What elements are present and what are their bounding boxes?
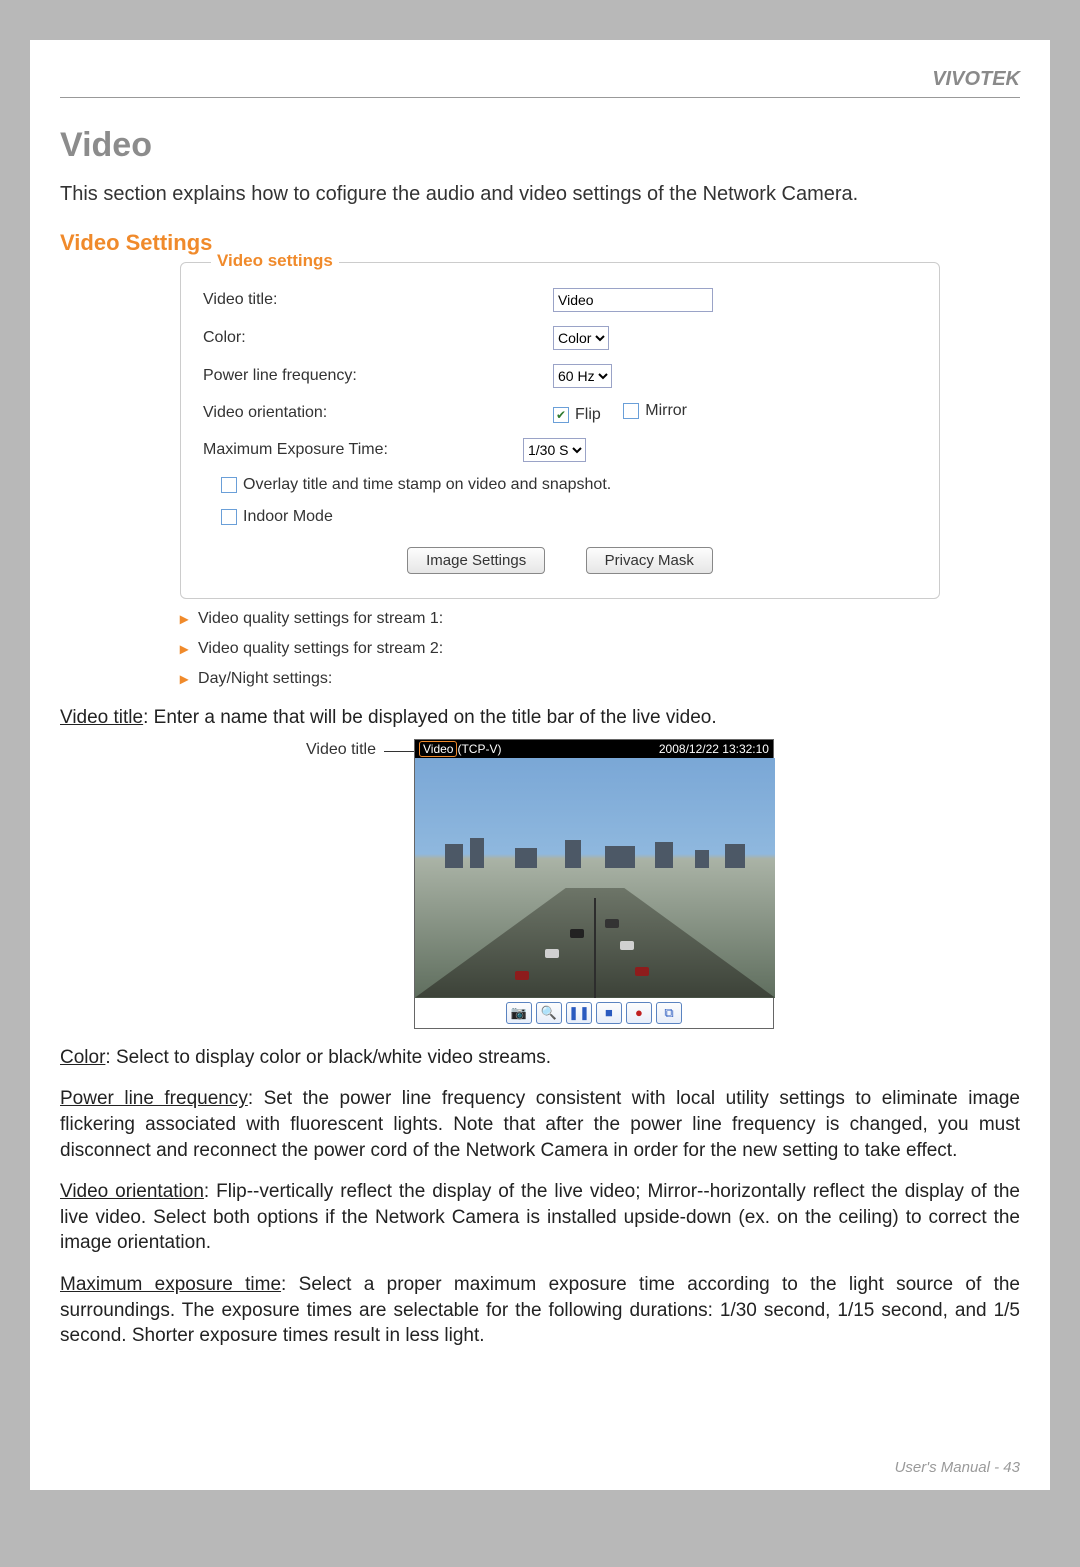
indoor-checkbox[interactable]: Indoor Mode bbox=[221, 508, 333, 526]
intro-text: This section explains how to cofigure th… bbox=[60, 183, 1020, 206]
popout-icon[interactable]: ⧉ bbox=[656, 1002, 682, 1024]
stream1-link[interactable]: ▸ Video quality settings for stream 1: bbox=[180, 609, 1020, 629]
checkbox-icon bbox=[221, 509, 237, 525]
chevron-right-icon: ▸ bbox=[180, 669, 188, 689]
preview-protocol: (TCP-V) bbox=[457, 742, 501, 756]
orientation-label: Video orientation: bbox=[203, 404, 553, 422]
para-plf: Power line frequency: Set the power line… bbox=[60, 1086, 1020, 1163]
checkbox-icon bbox=[553, 407, 569, 423]
overlay-label: Overlay title and time stamp on video an… bbox=[243, 476, 611, 494]
para-max-exposure: Maximum exposure time: Select a proper m… bbox=[60, 1272, 1020, 1349]
para-color: Color: Select to display color or black/… bbox=[60, 1045, 1020, 1071]
preview-caption: Video title bbox=[306, 739, 376, 759]
link-label: Day/Night settings: bbox=[198, 670, 332, 688]
chevron-right-icon: ▸ bbox=[180, 609, 188, 629]
preview-controls: 📷 🔍 ❚❚ ■ ● ⧉ bbox=[415, 998, 773, 1028]
video-preview: Video(TCP-V) 2008/12/22 13:32:10 bbox=[414, 739, 774, 1029]
checkbox-icon bbox=[221, 477, 237, 493]
link-label: Video quality settings for stream 1: bbox=[198, 610, 443, 628]
max-exposure-select[interactable]: 1/30 S bbox=[523, 438, 586, 462]
snapshot-icon[interactable]: 📷 bbox=[506, 1002, 532, 1024]
para-video-title: Video title: Enter a name that will be d… bbox=[60, 705, 1020, 731]
overlay-checkbox[interactable]: Overlay title and time stamp on video an… bbox=[221, 476, 611, 494]
page-footer: User's Manual - 43 bbox=[895, 1459, 1020, 1476]
stop-icon[interactable]: ■ bbox=[596, 1002, 622, 1024]
video-title-label: Video title: bbox=[203, 291, 553, 309]
preview-title-boxed: Video bbox=[419, 741, 457, 757]
section-heading: Video Settings bbox=[60, 230, 1020, 256]
page-title: Video bbox=[60, 126, 1020, 165]
color-select[interactable]: Color bbox=[553, 326, 609, 350]
max-exposure-label: Maximum Exposure Time: bbox=[203, 441, 553, 459]
brand-header: VIVOTEK bbox=[60, 68, 1020, 98]
daynight-link[interactable]: ▸ Day/Night settings: bbox=[180, 669, 1020, 689]
video-settings-panel: Video settings Video title: Color: Color… bbox=[180, 262, 940, 599]
checkbox-icon bbox=[623, 403, 639, 419]
plf-select[interactable]: 60 Hz bbox=[553, 364, 612, 388]
plf-label: Power line frequency: bbox=[203, 367, 553, 385]
chevron-right-icon: ▸ bbox=[180, 639, 188, 659]
color-label: Color: bbox=[203, 329, 553, 347]
privacy-mask-button[interactable]: Privacy Mask bbox=[586, 547, 713, 574]
pause-icon[interactable]: ❚❚ bbox=[566, 1002, 592, 1024]
preview-image bbox=[415, 758, 775, 998]
callout-line bbox=[384, 751, 414, 752]
zoom-icon[interactable]: 🔍 bbox=[536, 1002, 562, 1024]
mirror-label: Mirror bbox=[645, 402, 687, 420]
flip-label: Flip bbox=[575, 406, 601, 424]
preview-timestamp: 2008/12/22 13:32:10 bbox=[659, 742, 769, 756]
image-settings-button[interactable]: Image Settings bbox=[407, 547, 545, 574]
flip-checkbox[interactable]: Flip bbox=[553, 406, 601, 424]
para-orientation: Video orientation: Flip--vertically refl… bbox=[60, 1179, 1020, 1256]
indoor-label: Indoor Mode bbox=[243, 508, 333, 526]
link-label: Video quality settings for stream 2: bbox=[198, 640, 443, 658]
panel-legend: Video settings bbox=[211, 251, 339, 271]
video-title-input[interactable] bbox=[553, 288, 713, 312]
record-icon[interactable]: ● bbox=[626, 1002, 652, 1024]
stream2-link[interactable]: ▸ Video quality settings for stream 2: bbox=[180, 639, 1020, 659]
mirror-checkbox[interactable]: Mirror bbox=[623, 402, 687, 420]
